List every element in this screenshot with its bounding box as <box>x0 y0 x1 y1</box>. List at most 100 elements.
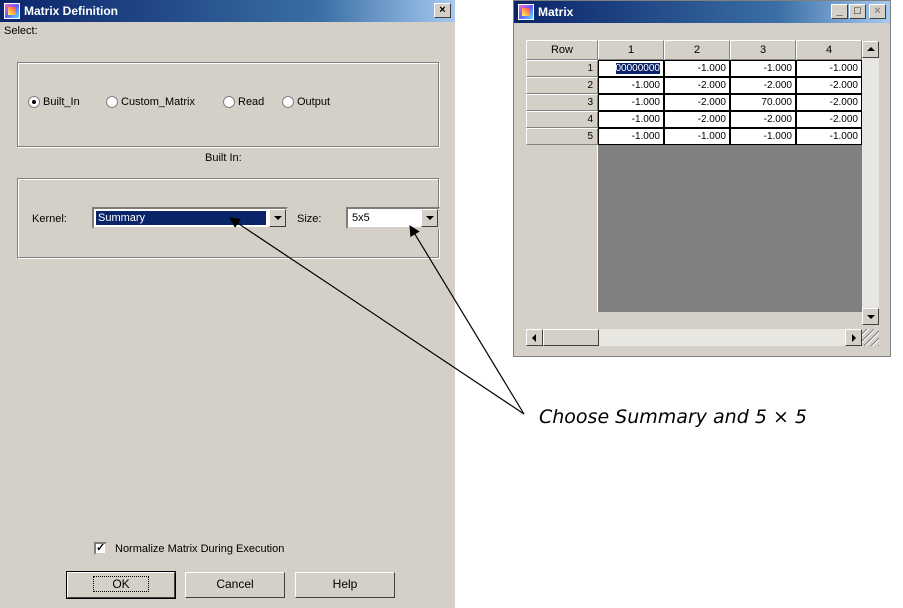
close-icon[interactable]: × <box>869 4 886 19</box>
matrix-cell-value: -2.000 <box>829 114 858 125</box>
matrix-cell[interactable]: -2.000 <box>664 111 730 128</box>
row-header-3[interactable]: 3 <box>526 94 598 111</box>
radio-built-in-label[interactable]: Built_In <box>43 96 80 108</box>
matrix-cell-value: -2.000 <box>763 114 792 125</box>
row-header-1[interactable]: 1 <box>526 60 598 77</box>
radio-output-label[interactable]: Output <box>297 96 330 108</box>
maximize-icon[interactable]: □ <box>849 4 866 19</box>
scroll-up-button[interactable] <box>862 41 879 58</box>
normalize-label[interactable]: Normalize Matrix During Execution <box>115 543 284 555</box>
matrix-window: Matrix _ □ × Row 1 2 3 4 1 00000000 -1.000… <box>513 0 891 357</box>
resize-grip-icon[interactable] <box>862 329 879 346</box>
matrix-cell-value: -2.000 <box>829 80 858 91</box>
row-column-header: Row <box>526 40 598 60</box>
matrix-cell-value: -1.000 <box>829 63 858 74</box>
matrix-cell-value: -1.000 <box>763 131 792 142</box>
matrix-cell[interactable]: -1.000 <box>598 94 664 111</box>
radio-read[interactable] <box>223 96 235 108</box>
size-select[interactable]: 5x5 <box>346 207 440 229</box>
select-label: Select: <box>4 25 38 37</box>
column-header-4[interactable]: 4 <box>796 40 862 60</box>
matrix-cell[interactable]: 00000000 <box>598 60 664 77</box>
vertical-scrollbar[interactable] <box>862 58 879 312</box>
row-header-4[interactable]: 4 <box>526 111 598 128</box>
matrix-cell-value: 00000000 <box>615 63 660 74</box>
matrix-cell[interactable]: -1.000 <box>796 60 862 77</box>
app-icon <box>518 4 534 20</box>
row-header-5[interactable]: 5 <box>526 128 598 145</box>
annotation-caption: Choose Summary and 5 × 5 <box>539 406 808 428</box>
minimize-icon[interactable]: _ <box>831 4 848 19</box>
matrix-cell[interactable]: -2.000 <box>730 77 796 94</box>
column-header-2[interactable]: 2 <box>664 40 730 60</box>
kernel-label: Kernel: <box>32 213 67 225</box>
normalize-checkbox[interactable]: ✓ <box>94 542 107 555</box>
radio-custom-matrix-label[interactable]: Custom_Matrix <box>121 96 195 108</box>
matrix-cell[interactable]: -1.000 <box>598 111 664 128</box>
column-header-1[interactable]: 1 <box>598 40 664 60</box>
matrix-cell-value: -1.000 <box>631 114 660 125</box>
matrix-cell[interactable]: -2.000 <box>796 77 862 94</box>
size-label: Size: <box>297 213 322 225</box>
matrix-cell[interactable]: -1.000 <box>664 60 730 77</box>
matrix-cell[interactable]: -1.000 <box>664 128 730 145</box>
chevron-down-icon[interactable] <box>269 209 286 227</box>
matrix-grid: 1 00000000 -1.000 -1.000 -1.000 2 -1.000 -2.000… <box>526 60 862 312</box>
matrix-cell-value: -1.000 <box>631 97 660 108</box>
matrix-cell-value: 70.000 <box>761 97 792 108</box>
scroll-left-icon <box>532 334 536 342</box>
scroll-left-button[interactable] <box>526 329 543 346</box>
matrix-cell[interactable]: -2.000 <box>796 94 862 111</box>
matrix-cell-value: -2.000 <box>829 97 858 108</box>
matrix-cell-value: -2.000 <box>697 114 726 125</box>
size-select-value: 5x5 <box>352 212 370 224</box>
help-button[interactable]: Help <box>295 572 395 598</box>
app-icon <box>4 3 20 19</box>
row-header-2[interactable]: 2 <box>526 77 598 94</box>
scroll-down-button[interactable] <box>862 308 879 325</box>
scroll-right-icon <box>852 334 856 342</box>
radio-read-label[interactable]: Read <box>238 96 264 108</box>
chevron-down-icon[interactable] <box>421 209 438 227</box>
matrix-cell-value: -1.000 <box>631 80 660 91</box>
matrix-cell[interactable]: -1.000 <box>796 128 862 145</box>
built-in-label: Built In: <box>205 152 242 164</box>
dialog-title-bar[interactable]: Matrix Definition × <box>0 0 455 22</box>
cancel-button-label: Cancel <box>216 577 254 591</box>
help-button-label: Help <box>332 577 358 591</box>
dialog-title: Matrix Definition <box>24 4 119 18</box>
matrix-cell[interactable]: -2.000 <box>664 94 730 111</box>
ok-button-label: OK <box>93 576 149 592</box>
matrix-cell-value: -1.000 <box>763 63 792 74</box>
matrix-cell-value: -2.000 <box>697 97 726 108</box>
radio-built-in[interactable] <box>28 96 40 108</box>
scroll-right-button[interactable] <box>845 329 862 346</box>
kernel-select-value: Summary <box>96 211 266 225</box>
horizontal-scroll-thumb[interactable] <box>543 329 599 346</box>
matrix-cell[interactable]: 70.000 <box>730 94 796 111</box>
ok-button[interactable]: OK <box>66 571 176 599</box>
scroll-down-icon <box>867 315 875 319</box>
matrix-cell[interactable]: -2.000 <box>730 111 796 128</box>
radio-output[interactable] <box>282 96 294 108</box>
radio-custom-matrix[interactable] <box>106 96 118 108</box>
matrix-cell[interactable]: -2.000 <box>796 111 862 128</box>
column-header-3[interactable]: 3 <box>730 40 796 60</box>
matrix-cell-value: -1.000 <box>631 131 660 142</box>
cancel-button[interactable]: Cancel <box>185 572 285 598</box>
kernel-select[interactable]: Summary <box>92 207 288 229</box>
matrix-cell[interactable]: -1.000 <box>598 77 664 94</box>
matrix-cell[interactable]: -2.000 <box>664 77 730 94</box>
matrix-cell[interactable]: -1.000 <box>730 60 796 77</box>
matrix-cell[interactable]: -1.000 <box>598 128 664 145</box>
matrix-cell-value: -1.000 <box>829 131 858 142</box>
matrix-cell-value: -2.000 <box>697 80 726 91</box>
matrix-title-bar[interactable]: Matrix _ □ × <box>514 1 890 23</box>
matrix-cell[interactable]: -1.000 <box>730 128 796 145</box>
matrix-title: Matrix <box>538 5 574 19</box>
matrix-cell-value: -1.000 <box>697 131 726 142</box>
matrix-cell-value: -1.000 <box>697 63 726 74</box>
matrix-cell-value: -2.000 <box>763 80 792 91</box>
close-icon[interactable]: × <box>434 3 451 18</box>
scroll-up-icon <box>867 47 875 51</box>
